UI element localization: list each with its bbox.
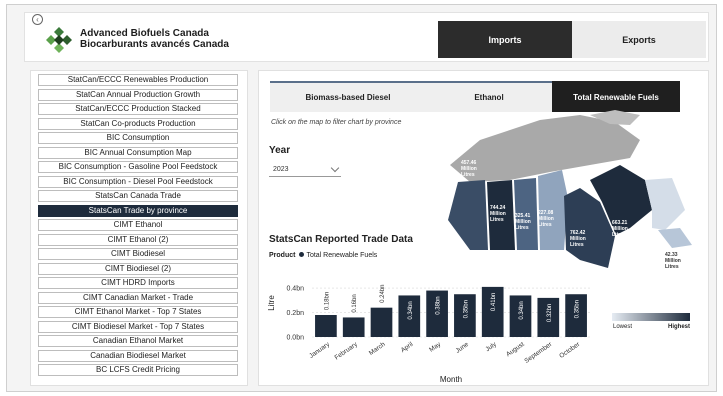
sidebar-item[interactable]: BIC Consumption <box>38 132 238 144</box>
sidebar-item[interactable]: CIMT Ethanol <box>38 219 238 231</box>
brand-name-en: Advanced Biofuels Canada <box>80 28 209 39</box>
bar-value-label: 0.38bn <box>436 296 442 314</box>
bar-value-label: 0.24bn <box>380 284 386 302</box>
tab-imports[interactable]: Imports <box>438 21 572 58</box>
product-value: Total Renewable Fuels <box>306 252 378 259</box>
y-tick-label: 0.0bn <box>286 335 304 342</box>
year-dropdown[interactable]: 2023 <box>269 163 341 177</box>
sidebar-item[interactable]: CIMT Canadian Market - Trade <box>38 291 238 304</box>
product-legend: Product Total Renewable Fuels <box>269 252 377 259</box>
x-tick-label: May <box>428 340 443 353</box>
map-hint: Click on the map to filter chart by prov… <box>271 119 402 126</box>
sidebar-item[interactable]: Canadian Biodiesel Market <box>38 349 238 362</box>
sidebar-item[interactable]: CIMT Ethanol Market - Top 7 States <box>38 306 238 318</box>
brand-name: Advanced Biofuels Canada Biocarburants a… <box>80 28 229 50</box>
bar-january[interactable] <box>315 315 337 337</box>
sidebar-item[interactable]: BIC Annual Consumption Map <box>38 146 238 159</box>
sidebar-item[interactable]: StatCan/ECCC Production Stacked <box>38 103 238 115</box>
x-tick-label: August <box>505 341 526 358</box>
sidebar-item[interactable]: BIC Consumption - Diesel Pool Feedstock <box>38 175 238 188</box>
x-tick-label: June <box>454 341 470 355</box>
legend-lowest: Lowest <box>613 324 633 330</box>
bar-value-label: 0.16bn <box>352 294 358 312</box>
x-tick-label: January <box>308 340 332 359</box>
sidebar-item[interactable]: CIMT Biodiesel Market - Top 7 States <box>38 320 238 333</box>
sidebar-item[interactable]: StatCan Co-products Production <box>38 117 238 130</box>
sidebar-item[interactable]: BC LCFS Credit Pricing <box>38 364 238 376</box>
bar-value-label: 0.18bn <box>324 292 330 310</box>
y-tick-label: 0.2bn <box>286 310 304 317</box>
x-tick-label: March <box>368 341 387 357</box>
bar-value-label: 0.35bn <box>463 300 469 318</box>
color-scale-legend <box>612 313 690 321</box>
bar-value-label: 0.32bn <box>547 304 553 322</box>
back-icon[interactable]: ‹ <box>32 14 43 25</box>
sidebar-item[interactable]: Canadian Ethanol Market <box>38 335 238 347</box>
map-atlantic-east <box>658 228 692 248</box>
map-province-bc <box>448 180 488 250</box>
map-label-on: 762.42 Million Litres <box>570 230 586 248</box>
tab-total-renewable-fuels[interactable]: Total Renewable Fuels <box>552 81 680 112</box>
bar-value-label: 0.34bn <box>408 301 414 319</box>
canada-map[interactable] <box>440 110 700 290</box>
map-atlantic <box>645 178 685 230</box>
sidebar-item[interactable]: CIMT HDRD Imports <box>38 277 238 289</box>
tab-exports[interactable]: Exports <box>572 21 706 58</box>
chart-title: StatsCan Reported Trade Data <box>269 234 413 245</box>
bar-value-label: 0.35bn <box>575 300 581 318</box>
sidebar-item[interactable]: CIMT Ethanol (2) <box>38 233 238 246</box>
tab-biomass-based-diesel[interactable]: Biomass-based Diesel <box>270 81 426 112</box>
map-label-mb: 227.08 Million Litres <box>538 210 554 228</box>
sidebar-item[interactable]: CIMT Biodiesel (2) <box>38 262 238 275</box>
legend-highest: Highest <box>668 324 691 330</box>
bar-value-label: 0.41bn <box>491 293 497 311</box>
bar-february[interactable] <box>342 317 365 337</box>
map-label-bc: 457.46 Million Litres <box>461 160 477 178</box>
y-axis-label: Litre <box>267 295 276 311</box>
bar-value-label: 0.34bn <box>519 301 525 319</box>
map-label-ab: 744.24 Million Litres <box>490 205 506 223</box>
bar-march[interactable] <box>370 307 393 337</box>
sidebar-item[interactable]: CIMT Biodiesel <box>38 248 238 260</box>
product-label: Product <box>269 252 296 259</box>
sidebar-item[interactable]: StatsCan Canada Trade <box>38 190 238 202</box>
x-tick-label: September <box>523 340 554 364</box>
x-axis-label: Month <box>440 375 462 384</box>
brand-name-fr: Biocarburants avancés Canada <box>80 39 229 50</box>
sidebar-item[interactable]: StatCan/ECCC Renewables Production <box>38 74 238 86</box>
x-tick-label: July <box>484 340 498 353</box>
legend-dot-icon <box>299 252 305 257</box>
sidebar-item[interactable]: StatsCan Trade by province <box>38 204 238 217</box>
x-tick-label: April <box>400 341 415 355</box>
abc-logo <box>46 27 72 53</box>
sidebar-item[interactable]: BIC Consumption - Gasoline Pool Feedstoc… <box>38 161 238 173</box>
map-label-sk: 325.41 Million Litres <box>515 213 531 231</box>
map-label-qc: 663.21 Million Litres <box>612 220 628 238</box>
tab-ethanol[interactable]: Ethanol <box>426 81 552 112</box>
map-label-atlantic: 42.33 Million Litres <box>665 252 681 270</box>
sidebar-item[interactable]: StatCan Annual Production Growth <box>38 88 238 101</box>
y-tick-label: 0.4bn <box>286 286 304 293</box>
x-tick-label: February <box>334 340 360 361</box>
x-tick-label: October <box>558 340 582 359</box>
year-label: Year <box>269 145 291 156</box>
monthly-trade-chart: 0.4bn 0.2bn 0.0bn Litre 0.18bn January 0.16bn F… <box>267 284 590 384</box>
